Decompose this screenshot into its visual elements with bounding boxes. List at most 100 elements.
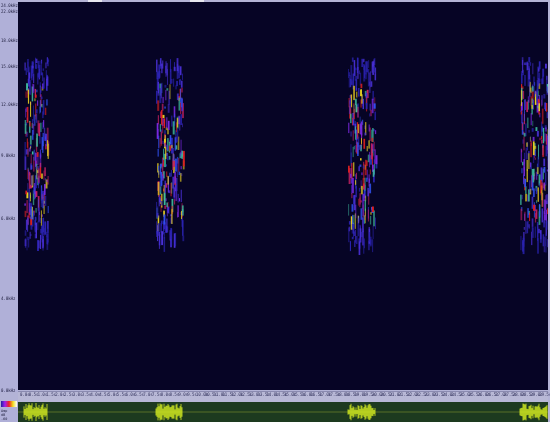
spectrogram-mark <box>528 224 530 229</box>
spectrogram-mark <box>165 89 167 101</box>
spectrogram-mark <box>530 136 531 142</box>
spectrogram-mark <box>531 218 534 227</box>
spectrogram-mark <box>361 58 363 67</box>
spectrogram-mark <box>369 232 371 242</box>
spectrogram-mark <box>161 221 162 226</box>
spectrogram-mark <box>527 208 529 218</box>
spectrogram-mark <box>541 78 543 85</box>
spectrogram-mark <box>525 186 527 194</box>
time-axis[interactable]: 0.0s 0.5s 1.0s 1.5s 2.0s 2.5s 3.0s 3.5s 4.0s 4.5s… <box>18 391 550 402</box>
spectrogram-mark <box>547 239 548 248</box>
spectrogram-mark <box>545 63 547 69</box>
spectrogram-mark <box>348 204 350 216</box>
spectrogram-mark <box>359 193 361 205</box>
spectrogram-mark <box>373 129 375 132</box>
spectrogram-mark <box>364 212 366 221</box>
spectrogram-mark <box>164 180 166 194</box>
spectrogram-mark <box>167 120 170 130</box>
spectrogram-mark <box>372 169 375 177</box>
spectrogram-mark <box>535 127 538 131</box>
spectrogram-mark <box>359 72 362 86</box>
spectrogram-mark <box>531 86 534 92</box>
spectrogram-mark <box>538 72 541 84</box>
spectrogram-mark <box>158 64 160 79</box>
spectrogram-mark <box>360 89 362 96</box>
spectrogram-mark <box>182 220 184 236</box>
spectrogram-mark <box>162 122 164 134</box>
spectrogram-mark <box>170 169 172 177</box>
spectrogram-mark <box>348 165 350 173</box>
spectrogram-mark <box>182 73 183 80</box>
spectrogram-mark <box>162 140 164 144</box>
spectrogram-mark <box>546 112 548 119</box>
spectrogram-mark <box>174 113 176 126</box>
spectrogram-mark <box>521 168 523 174</box>
spectrogram-mark <box>26 106 29 123</box>
spectrogram-mark <box>159 123 161 132</box>
spectrogram-mark <box>348 221 351 225</box>
spectrogram-mark <box>539 137 541 141</box>
spectrogram-mark <box>365 159 367 176</box>
spectrogram-plot[interactable] <box>18 2 548 390</box>
spectrogram-mark <box>375 155 378 165</box>
spectrogram-mark <box>371 61 374 73</box>
spectrogram-mark <box>45 134 48 147</box>
spectrogram-mark <box>547 208 548 215</box>
spectrogram-mark <box>178 171 181 175</box>
waveform-view[interactable] <box>18 402 548 422</box>
spectrogram-mark <box>34 191 36 199</box>
spectrogram-mark <box>531 231 533 246</box>
spectrogram-mark <box>170 183 172 197</box>
spectrogram-mark <box>181 87 183 93</box>
spectrogram-mark <box>174 233 177 247</box>
spectrogram-mark <box>45 70 47 76</box>
spectrogram-mark <box>529 212 531 222</box>
spectrogram-mark <box>163 214 166 225</box>
spectrogram-mark <box>24 203 26 206</box>
spectrogram-mark <box>544 214 546 220</box>
spectrogram-mark <box>164 106 166 109</box>
spectrogram-mark <box>33 60 35 77</box>
spectrogram-mark <box>173 160 175 167</box>
spectrogram-mark <box>524 112 525 122</box>
spectrogram-mark <box>520 208 523 221</box>
spectrogram-mark <box>176 118 179 128</box>
spectrogram-mark <box>156 90 158 104</box>
spectrogram-mark <box>182 235 185 242</box>
spectrogram-mark <box>541 95 543 106</box>
spectrogram-mark <box>521 123 524 131</box>
spectrogram-mark <box>357 222 359 237</box>
spectrogram-mark <box>528 151 530 154</box>
spectrogram-mark <box>357 124 359 133</box>
spectrogram-mark <box>361 132 363 139</box>
spectrogram-mark <box>32 210 34 220</box>
spectrogram-mark <box>533 99 534 110</box>
spectrogram-mark <box>357 106 359 118</box>
spectrogram-mark <box>167 175 169 185</box>
spectrogram-mark <box>520 148 522 163</box>
spectrogram-mark <box>534 150 536 157</box>
spectrogram-mark <box>28 188 30 204</box>
spectrogram-mark <box>525 99 526 110</box>
spectrogram-mark <box>29 231 31 239</box>
spectrogram-mark <box>166 164 167 167</box>
spectrogram-mark <box>176 122 177 133</box>
spectrogram-mark <box>157 81 159 94</box>
spectrogram-mark <box>25 149 28 155</box>
spectrogram-mark <box>524 178 526 188</box>
spectrogram-mark <box>169 172 171 177</box>
spectrogram-mark <box>175 85 177 90</box>
spectrogram-mark <box>370 109 372 117</box>
spectrogram-mark <box>180 97 183 108</box>
spectrogram-mark <box>521 195 523 200</box>
spectrogram-mark <box>41 173 43 179</box>
spectrogram-mark <box>374 130 377 135</box>
spectrogram-mark <box>161 103 164 111</box>
waveform-axis: Amp dB -60 <box>0 408 18 422</box>
spectrogram-mark <box>28 72 31 79</box>
spectrogram-mark <box>156 59 158 73</box>
spectrogram-mark <box>178 158 180 172</box>
spectrogram-mark <box>358 70 361 75</box>
spectrogram-mark <box>25 67 27 75</box>
spectrogram-mark <box>170 227 172 237</box>
